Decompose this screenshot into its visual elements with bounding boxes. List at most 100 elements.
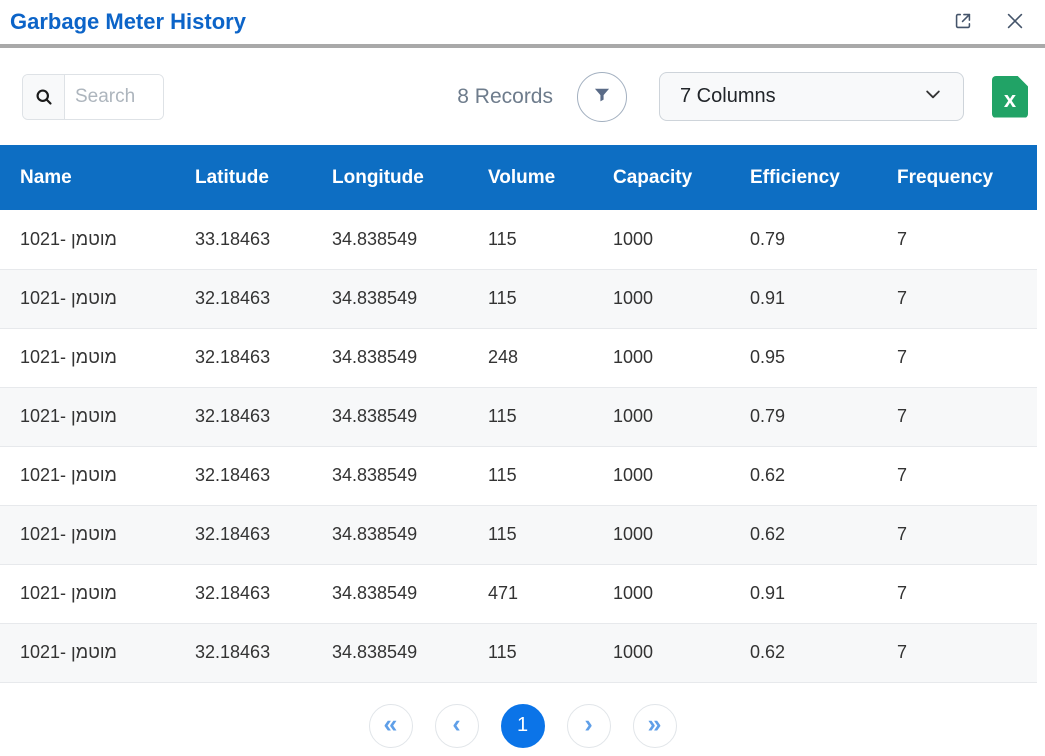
table-header-row: NameLatitudeLongitudeVolumeCapacityEffic…	[0, 145, 1037, 210]
table-cell: 0.79	[750, 387, 897, 446]
table-cell: 1000	[613, 387, 750, 446]
page-number-button[interactable]: 1	[501, 704, 545, 748]
pagination: « ‹ 1 › »	[0, 683, 1045, 748]
table-cell: 115	[488, 623, 613, 682]
current-page-label: 1	[517, 714, 528, 737]
table-cell: 0.79	[750, 210, 897, 269]
table-cell: 248	[488, 328, 613, 387]
table-cell: 0.62	[750, 623, 897, 682]
table-cell: 32.18463	[195, 505, 332, 564]
table-cell: 1021- מוטמן	[0, 210, 195, 269]
records-count: 8 Records	[457, 85, 553, 109]
table-cell: 32.18463	[195, 623, 332, 682]
table-cell: 1021- מוטמן	[0, 505, 195, 564]
search-group	[22, 74, 164, 120]
table-cell: 1000	[613, 210, 750, 269]
table-row[interactable]: 1021- מוטמן32.1846334.83854947110000.917	[0, 564, 1037, 623]
table-cell: 1021- מוטמן	[0, 269, 195, 328]
table-cell: 7	[897, 505, 1037, 564]
column-header-efficiency[interactable]: Efficiency	[750, 145, 897, 210]
table-cell: 7	[897, 328, 1037, 387]
column-header-frequency[interactable]: Frequency	[897, 145, 1037, 210]
double-chevron-left-icon: «	[384, 710, 398, 739]
excel-export-button[interactable]: x	[992, 76, 1028, 118]
table-row[interactable]: 1021- מוטמן32.1846334.83854911510000.917	[0, 269, 1037, 328]
column-header-longitude[interactable]: Longitude	[332, 145, 488, 210]
table-cell: 34.838549	[332, 269, 488, 328]
column-header-volume[interactable]: Volume	[488, 145, 613, 210]
table-cell: 115	[488, 505, 613, 564]
column-header-latitude[interactable]: Latitude	[195, 145, 332, 210]
table-cell: 1000	[613, 623, 750, 682]
column-header-capacity[interactable]: Capacity	[613, 145, 750, 210]
close-icon	[1004, 10, 1026, 35]
table-cell: 0.91	[750, 564, 897, 623]
table-cell: 7	[897, 269, 1037, 328]
funnel-icon	[592, 85, 612, 108]
table-cell: 0.62	[750, 505, 897, 564]
table-row[interactable]: 1021- מוטמן32.1846334.83854924810000.957	[0, 328, 1037, 387]
table-cell: 115	[488, 269, 613, 328]
table-cell: 1000	[613, 269, 750, 328]
table-cell: 32.18463	[195, 328, 332, 387]
table-cell: 32.18463	[195, 387, 332, 446]
table-cell: 1000	[613, 328, 750, 387]
table-cell: 1000	[613, 446, 750, 505]
table-cell: 0.62	[750, 446, 897, 505]
table-cell: 32.18463	[195, 269, 332, 328]
excel-x-letter: x	[992, 89, 1028, 111]
search-icon	[23, 75, 65, 119]
table-row[interactable]: 1021- מוטמן32.1846334.83854911510000.627	[0, 446, 1037, 505]
column-header-name[interactable]: Name	[0, 145, 195, 210]
table-cell: 7	[897, 564, 1037, 623]
table-cell: 1021- מוטמן	[0, 328, 195, 387]
next-page-button[interactable]: ›	[567, 704, 611, 748]
double-chevron-right-icon: »	[648, 710, 662, 739]
table-cell: 115	[488, 446, 613, 505]
table-cell: 115	[488, 210, 613, 269]
expand-icon	[952, 10, 974, 35]
first-page-button[interactable]: «	[369, 704, 413, 748]
search-input[interactable]	[65, 75, 163, 119]
table-container: NameLatitudeLongitudeVolumeCapacityEffic…	[0, 145, 1045, 683]
table-row[interactable]: 1021- מוטמן32.1846334.83854911510000.627	[0, 623, 1037, 682]
table-cell: 0.91	[750, 269, 897, 328]
table-cell: 32.18463	[195, 564, 332, 623]
table-cell: 34.838549	[332, 328, 488, 387]
window-controls	[951, 10, 1027, 34]
columns-select-value: 7 Columns	[680, 85, 776, 108]
table-cell: 1021- מוטמן	[0, 387, 195, 446]
table-body: 1021- מוטמן33.1846334.83854911510000.797…	[0, 210, 1037, 682]
table-cell: 7	[897, 210, 1037, 269]
table-cell: 1021- מוטמן	[0, 564, 195, 623]
expand-button[interactable]	[951, 10, 975, 34]
title-bar: Garbage Meter History	[0, 0, 1045, 44]
table-cell: 34.838549	[332, 210, 488, 269]
filter-button[interactable]	[577, 72, 627, 122]
chevron-left-icon: ‹	[452, 710, 460, 739]
toolbar: 8 Records 7 Columns x	[0, 48, 1045, 145]
table-cell: 471	[488, 564, 613, 623]
data-table: NameLatitudeLongitudeVolumeCapacityEffic…	[0, 145, 1037, 683]
table-cell: 115	[488, 387, 613, 446]
previous-page-button[interactable]: ‹	[435, 704, 479, 748]
table-row[interactable]: 1021- מוטמן33.1846334.83854911510000.797	[0, 210, 1037, 269]
chevron-down-icon	[923, 84, 943, 110]
table-cell: 32.18463	[195, 446, 332, 505]
table-cell: 1021- מוטמן	[0, 623, 195, 682]
table-cell: 34.838549	[332, 446, 488, 505]
table-row[interactable]: 1021- מוטמן32.1846334.83854911510000.797	[0, 387, 1037, 446]
table-cell: 34.838549	[332, 623, 488, 682]
table-cell: 7	[897, 623, 1037, 682]
table-cell: 34.838549	[332, 564, 488, 623]
chevron-right-icon: ›	[584, 710, 592, 739]
table-row[interactable]: 1021- מוטמן32.1846334.83854911510000.627	[0, 505, 1037, 564]
last-page-button[interactable]: »	[633, 704, 677, 748]
table-cell: 34.838549	[332, 505, 488, 564]
page-title: Garbage Meter History	[10, 9, 951, 35]
table-cell: 33.18463	[195, 210, 332, 269]
table-cell: 7	[897, 387, 1037, 446]
table-cell: 1000	[613, 564, 750, 623]
close-button[interactable]	[1003, 10, 1027, 34]
columns-select[interactable]: 7 Columns	[659, 72, 964, 121]
